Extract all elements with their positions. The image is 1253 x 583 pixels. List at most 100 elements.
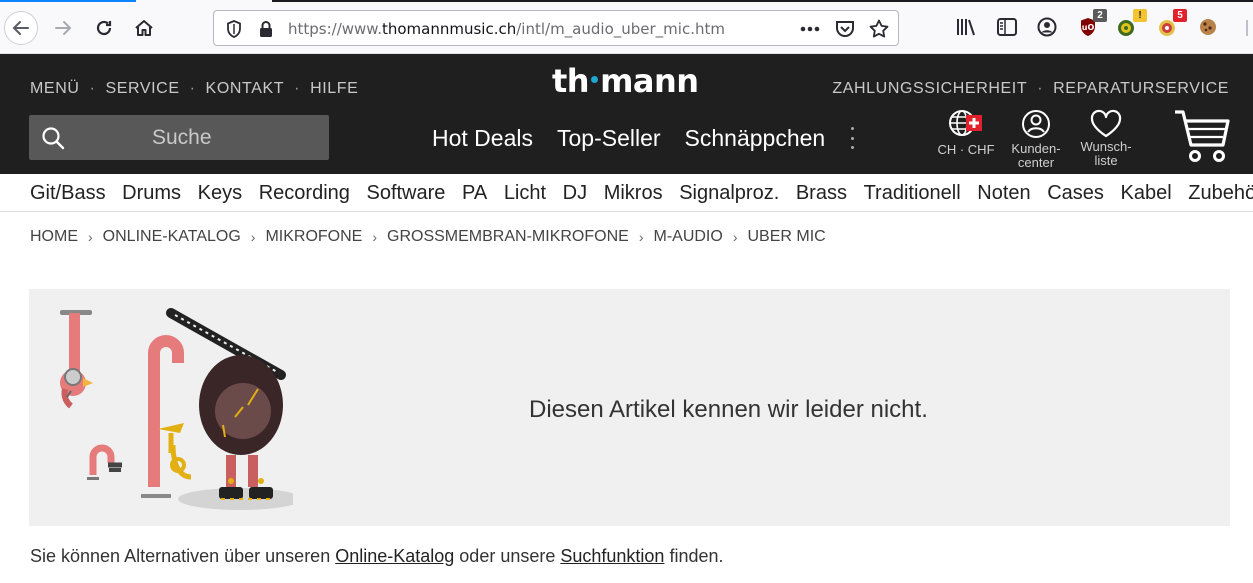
category-mikros[interactable]: Mikros <box>604 182 663 205</box>
back-button[interactable] <box>4 11 38 45</box>
nav-hot-deals[interactable]: Hot Deals <box>432 125 533 152</box>
search-function-link[interactable]: Suchfunktion <box>560 546 664 566</box>
category-git-bass[interactable]: Git/Bass <box>30 182 106 205</box>
category-cases[interactable]: Cases <box>1047 182 1104 205</box>
url-scheme: https://www. <box>288 20 382 38</box>
category-drums[interactable]: Drums <box>122 182 181 205</box>
customer-center-button[interactable]: Kunden-center <box>1006 109 1066 170</box>
customer-center-label-1: Kunden- <box>1011 141 1061 156</box>
menu-link[interactable]: MENÜ <box>30 80 80 97</box>
cart-button[interactable] <box>1172 109 1232 168</box>
more-nav-icon[interactable] <box>849 127 855 149</box>
lock-icon[interactable] <box>256 19 276 39</box>
currency-label: CH · CHF <box>937 142 995 157</box>
breadcrumb-item[interactable]: HOME <box>30 228 78 246</box>
search-box[interactable] <box>29 115 329 160</box>
address-bar[interactable]: https://www.thomannmusic.ch/intl/m_audio… <box>213 10 899 46</box>
nav-schnaeppchen[interactable]: Schnäppchen <box>685 125 826 152</box>
chevron-right-icon: › <box>638 229 644 245</box>
main-nav: Hot Deals Top-Seller Schnäppchen <box>432 125 825 152</box>
home-button[interactable] <box>127 11 161 45</box>
search-input[interactable] <box>89 115 319 160</box>
url-text[interactable]: https://www.thomannmusic.ch/intl/m_audio… <box>288 20 725 38</box>
account-icon[interactable] <box>1036 16 1058 38</box>
contact-link[interactable]: KONTAKT <box>206 80 285 97</box>
category-signalproz[interactable]: Signalproz. <box>679 182 779 205</box>
svg-text:uO: uO <box>1082 23 1095 32</box>
bug-extension-badge: 5 <box>1173 9 1187 22</box>
online-catalog-link[interactable]: Online-Katalog <box>335 546 454 566</box>
help-link[interactable]: HILFE <box>310 80 358 97</box>
cookie-extension-icon[interactable] <box>1197 16 1219 38</box>
chevron-right-icon: › <box>88 229 93 245</box>
category-licht[interactable]: Licht <box>504 182 546 205</box>
bookmark-star-icon[interactable] <box>869 19 889 39</box>
not-found-panel: Diesen Artikel kennen wir leider nicht. <box>29 289 1230 526</box>
service-link[interactable]: SERVICE <box>105 80 179 97</box>
forward-button[interactable] <box>46 11 80 45</box>
globe-swiss-flag-icon <box>949 110 982 136</box>
separator-dot: · <box>89 80 96 97</box>
category-kabel[interactable]: Kabel <box>1121 182 1172 205</box>
wishlist-button[interactable]: Wunsch-liste <box>1076 109 1136 168</box>
category-traditionell[interactable]: Traditionell <box>864 182 961 205</box>
not-found-message: Diesen Artikel kennen wir leider nicht. <box>529 396 928 423</box>
page-actions-icon[interactable] <box>800 19 820 39</box>
pocket-icon[interactable] <box>835 19 855 39</box>
separator-dot: · <box>294 80 301 97</box>
logo-part-2: mann <box>600 62 699 100</box>
category-recording[interactable]: Recording <box>259 182 350 205</box>
category-list: Git/Bass Drums Keys Recording Software PA Lich… <box>30 182 1253 205</box>
reload-button[interactable] <box>87 11 121 45</box>
hint-middle: oder unsere <box>454 546 561 566</box>
separator-dot: · <box>189 80 196 97</box>
hint-suffix: finden. <box>664 546 724 566</box>
separator-dot: · <box>1037 80 1044 97</box>
url-path: /intl/m_audio_uber_mic.htm <box>516 20 725 38</box>
payment-security-link[interactable]: ZAHLUNGSSICHERHEIT <box>832 80 1027 97</box>
library-icon[interactable] <box>956 16 978 38</box>
category-keys[interactable]: Keys <box>198 182 242 205</box>
breadcrumb-item[interactable]: ONLINE-KATALOG <box>103 228 241 246</box>
browser-toolbar: https://www.thomannmusic.ch/intl/m_audio… <box>0 0 1253 54</box>
currency-selector[interactable]: CH · CHF <box>936 109 996 157</box>
reload-icon <box>96 20 112 36</box>
service-links: MENÜ · SERVICE · KONTAKT · HILFE <box>30 80 358 98</box>
privacy-extension-icon[interactable]: ! <box>1117 9 1147 38</box>
bug-extension-icon[interactable]: 5 <box>1157 9 1187 38</box>
category-noten[interactable]: Noten <box>977 182 1030 205</box>
security-links: ZAHLUNGSSICHERHEIT · REPARATURSERVICE <box>832 80 1229 98</box>
nav-top-seller[interactable]: Top-Seller <box>557 125 661 152</box>
wishlist-label-1: Wunsch- <box>1080 139 1132 154</box>
heart-icon <box>1090 109 1122 138</box>
site-header: MENÜ · SERVICE · KONTAKT · HILFE th mann ZAHLUN… <box>0 54 1253 174</box>
url-host: thomannmusic.ch <box>381 20 517 38</box>
arrow-left-icon <box>12 21 29 35</box>
breadcrumb-item[interactable]: MIKROFONE <box>265 228 362 246</box>
category-brass[interactable]: Brass <box>796 182 847 205</box>
sidebar-icon[interactable] <box>996 16 1018 38</box>
chevron-right-icon: › <box>250 229 256 245</box>
category-bar: Git/Bass Drums Keys Recording Software PA Lich… <box>0 174 1253 212</box>
search-icon[interactable] <box>41 126 65 150</box>
chevron-right-icon: › <box>732 229 738 245</box>
chevron-right-icon: › <box>372 229 378 245</box>
ublock-icon[interactable]: uO 2 <box>1077 9 1107 38</box>
category-software[interactable]: Software <box>366 182 445 205</box>
tracking-shield-icon[interactable] <box>224 19 244 39</box>
customer-center-label-2: center <box>1017 155 1055 170</box>
logo-dot-icon <box>591 76 599 83</box>
repair-service-link[interactable]: REPARATURSERVICE <box>1053 80 1229 97</box>
thomann-logo[interactable]: th mann <box>552 62 699 100</box>
breadcrumb-item[interactable]: M-AUDIO <box>653 228 722 246</box>
alternatives-hint: Sie können Alternativen über unseren Onl… <box>30 546 724 567</box>
category-dj[interactable]: DJ <box>563 182 587 205</box>
toolbar-overflow-edge <box>1246 20 1248 36</box>
category-zubeh-r[interactable]: Zubehör <box>1188 182 1253 205</box>
breadcrumb-item[interactable]: GROSSMEMBRAN-MIKROFONE <box>387 228 629 246</box>
breadcrumb-item[interactable]: UBER MIC <box>747 228 825 246</box>
wishlist-label: Wunsch-liste <box>1076 140 1136 168</box>
wishlist-label-2: liste <box>1094 153 1118 168</box>
category-pa[interactable]: PA <box>462 182 487 205</box>
band-instruments-illustration <box>60 308 293 510</box>
